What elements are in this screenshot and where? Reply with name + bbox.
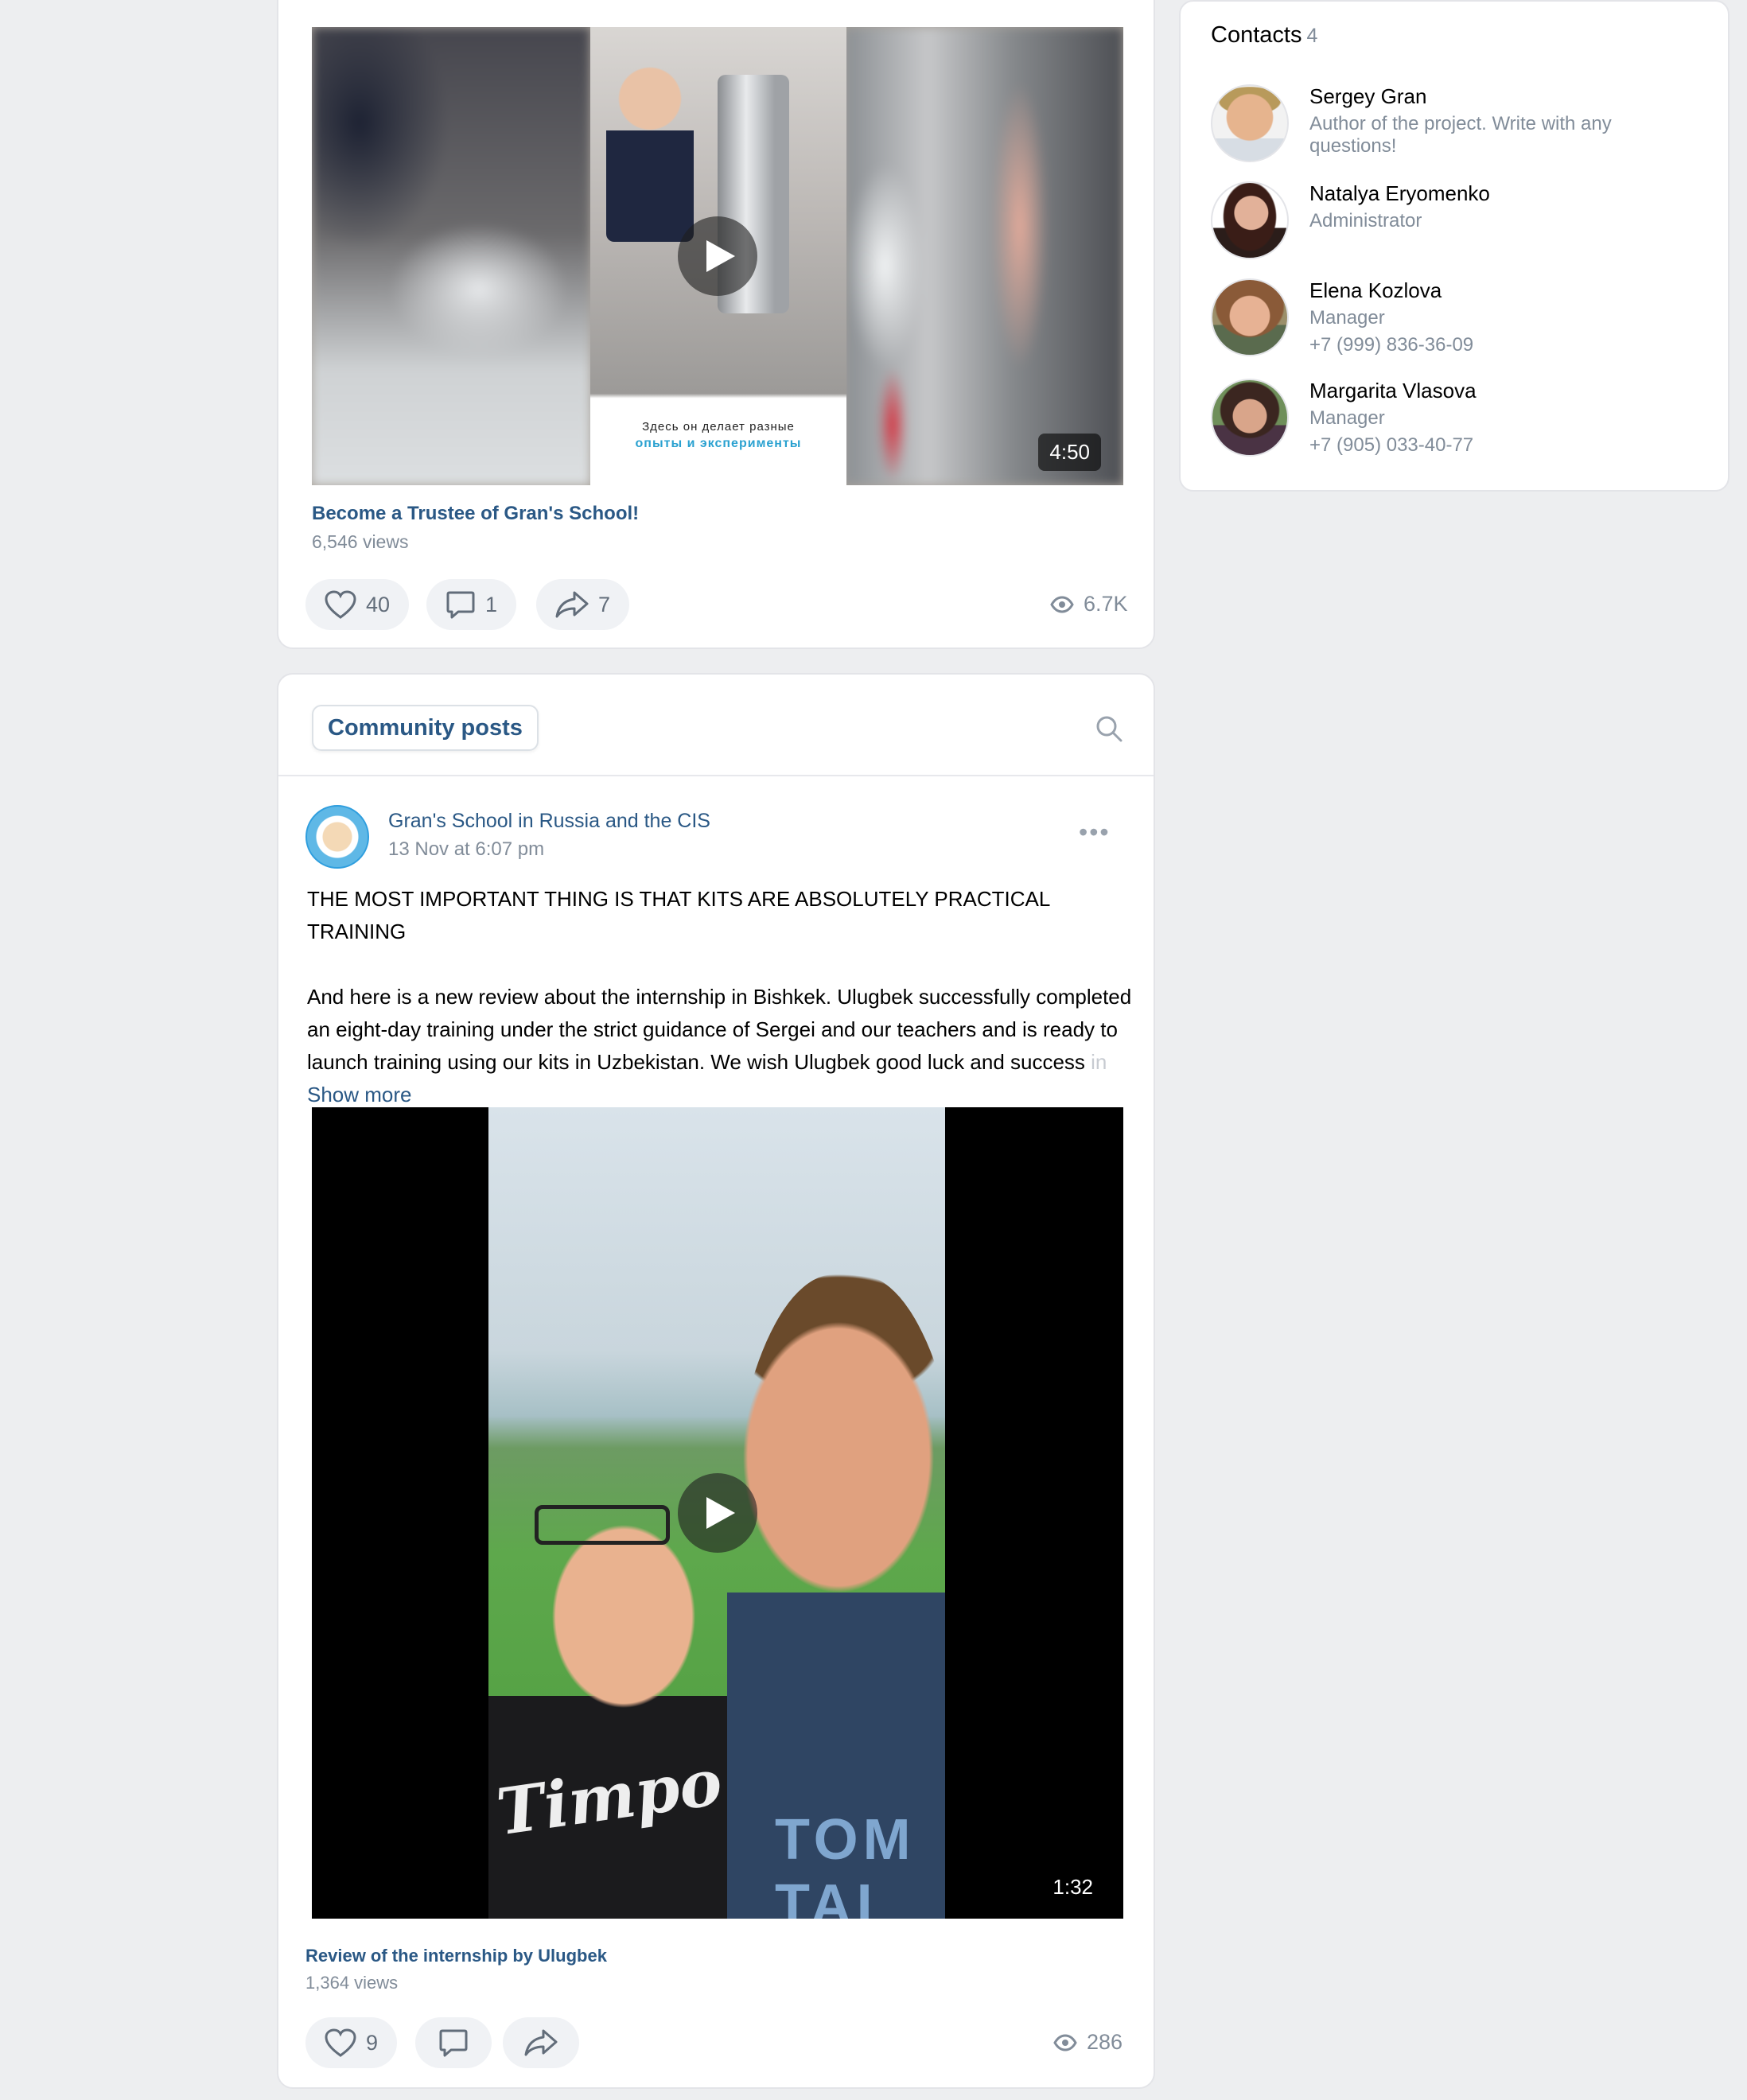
video-caption-strip: Здесь он делает разные опыты и экспериме… [590,399,846,485]
share-count: 7 [598,592,611,616]
contacts-card: Contacts 4 Sergey Gran Author of the proj… [1179,0,1729,492]
like-button[interactable]: 9 [305,2017,398,2068]
comment-icon [446,591,475,619]
post-views-count: 6.7K [1084,592,1128,616]
video-duration: 1:32 [1052,1875,1093,1899]
video-duration: 4:50 [1038,434,1101,471]
post-author-link[interactable]: Gran's School in Russia and the CIS [388,810,710,833]
video-player-review[interactable]: Timpo TOM TAI 1:32 [312,1107,1123,1919]
contact-name[interactable]: Margarita Vlasova [1309,379,1477,403]
contacts-title-label: Contacts [1211,22,1302,48]
video-subject-glasses [535,1505,670,1545]
video-title-link[interactable]: Become a Trustee of Gran's School! [312,503,639,525]
contact-item[interactable]: Margarita Vlasova Manager +7 (905) 033-4… [1211,379,1704,466]
post-body-text: And here is a new review about the inter… [307,985,1132,1074]
more-options-icon[interactable]: ••• [1079,818,1111,847]
video-post-card: Здесь он делает разные опыты и экспериме… [277,0,1155,649]
comment-count: 1 [485,592,498,616]
avatar[interactable] [1211,181,1289,259]
contacts-title[interactable]: Contacts 4 [1211,22,1317,49]
video-caption-line-1: Здесь он делает разные [642,420,795,434]
share-button[interactable]: 7 [536,579,630,630]
share-icon [555,591,589,618]
share-icon [524,2029,558,2056]
avatar[interactable] [1211,379,1289,457]
contacts-count: 4 [1306,25,1318,47]
show-more-link[interactable]: Show more [307,1083,412,1106]
share-button[interactable] [503,2017,579,2068]
community-avatar[interactable] [305,805,369,869]
contact-item[interactable]: Natalya Eryomenko Administrator [1211,181,1704,261]
post-views: 6.7K [1050,592,1128,616]
contact-phone[interactable]: +7 (999) 836-36-09 [1309,334,1473,356]
play-icon[interactable] [678,1473,757,1553]
video-subject-person-1 [488,1521,743,1919]
post-body: THE MOST IMPORTANT THING IS THAT KITS AR… [307,883,1134,1111]
post-date[interactable]: 13 Nov at 6:07 pm [388,838,544,861]
section-divider [278,775,1154,776]
video-views-count: 1,364 views [305,1973,399,1993]
post-paragraph: And here is a new review about the inter… [307,981,1134,1111]
video-player-trustee[interactable]: Здесь он делает разные опыты и экспериме… [312,27,1123,485]
contact-role: Author of the project. Write with any qu… [1309,113,1612,157]
contact-role: Manager [1309,407,1385,429]
video-title-link[interactable]: Review of the internship by Ulugbek [305,1946,607,1966]
heart-icon [325,590,356,619]
post-views-count: 286 [1087,2030,1123,2054]
heart-icon [325,2028,356,2057]
hoodie-print: TOM TAI [775,1808,916,1919]
community-posts-card: Community posts Gran's School in Russia … [277,673,1155,2089]
post-body-fade: in [1091,1050,1107,1074]
video-views-count: 6,546 views [312,531,409,552]
video-caption-line-2: опыты и эксперименты [635,437,802,450]
avatar[interactable] [1211,84,1289,162]
like-button[interactable]: 40 [305,579,410,630]
search-icon[interactable] [1095,714,1123,743]
contact-item[interactable]: Elena Kozlova Manager +7 (999) 836-36-09 [1211,278,1704,366]
play-icon[interactable] [678,216,757,296]
video-subject-child [606,59,694,242]
comment-button[interactable] [415,2017,492,2068]
contact-name[interactable]: Natalya Eryomenko [1309,181,1490,206]
contact-phone[interactable]: +7 (905) 033-40-77 [1309,434,1473,457]
post-headline: THE MOST IMPORTANT THING IS THAT KITS AR… [307,887,1050,943]
contact-name[interactable]: Sergey Gran [1309,84,1426,109]
comment-icon [439,2029,468,2057]
contact-role: Manager [1309,307,1385,329]
eye-icon [1053,2033,1077,2051]
contact-item[interactable]: Sergey Gran Author of the project. Write… [1211,84,1704,172]
like-count: 40 [366,592,391,616]
tab-community-posts[interactable]: Community posts [312,705,539,751]
like-count: 9 [366,2030,379,2055]
eye-icon [1050,595,1074,613]
video-blur-background-right [845,27,1123,485]
comment-button[interactable]: 1 [426,579,517,630]
avatar[interactable] [1211,278,1289,356]
post-views: 286 [1053,2030,1123,2055]
contact-role: Administrator [1309,210,1422,231]
video-blur-background-left [312,27,590,485]
contact-name[interactable]: Elena Kozlova [1309,278,1442,303]
